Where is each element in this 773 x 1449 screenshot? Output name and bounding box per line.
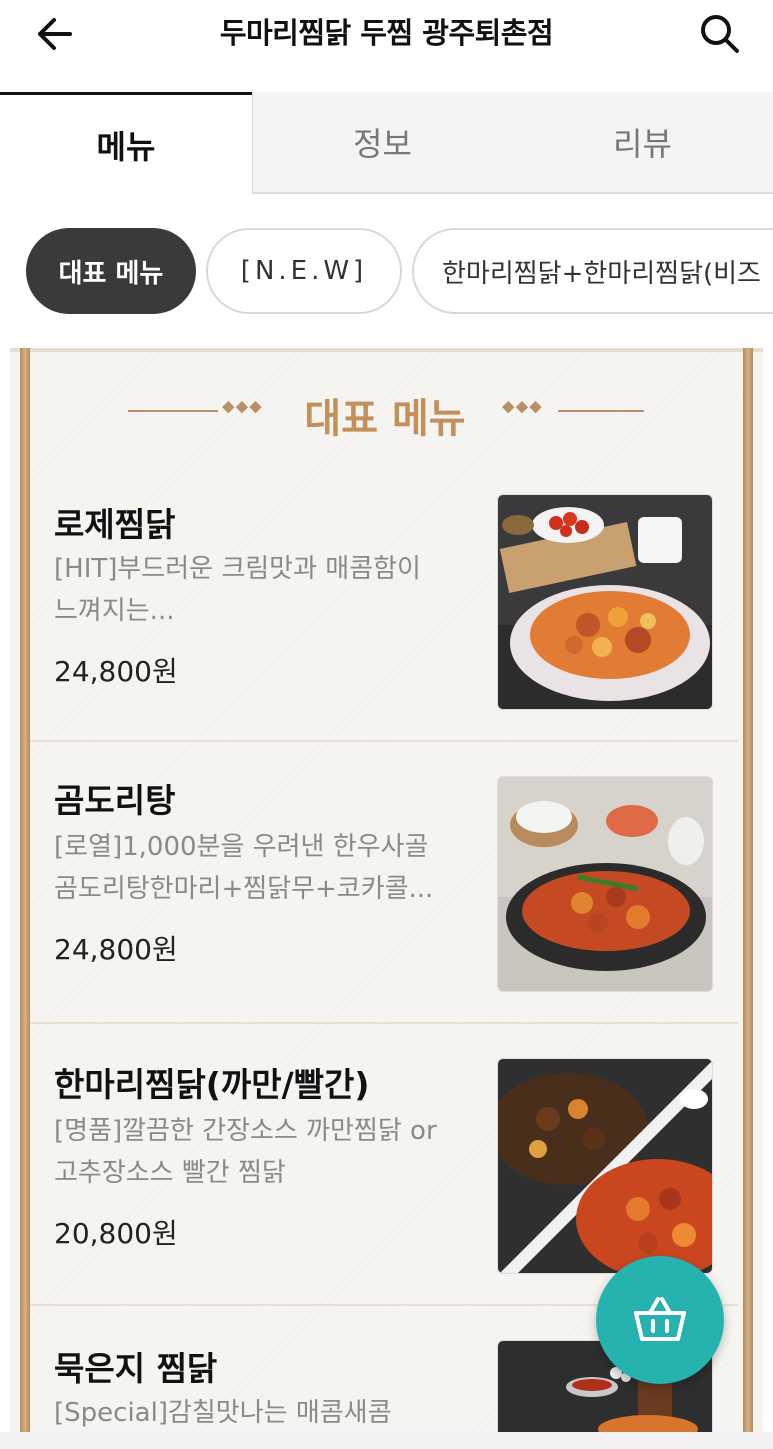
chip-new[interactable]: [N.E.W] <box>206 228 402 314</box>
menu-item[interactable]: 곰도리탕 [로열]1,000분을 우려낸 한우사골 곰도리탕한마리+찜닭무+코카… <box>30 742 738 1024</box>
menu-item-desc-line: [Special]감칠맛나는 매콤새콤 <box>54 1398 392 1428</box>
section-title: 대표 메뉴 <box>304 396 466 442</box>
cart-button[interactable] <box>596 1256 724 1384</box>
shopping-basket-icon <box>634 1297 686 1341</box>
menu-item-price: 24,800원 <box>54 655 178 688</box>
arrow-left-icon <box>38 18 72 50</box>
right-frame-pole <box>743 348 753 1449</box>
menu-item-desc: [HIT]부드러운 크림맛과 매콤함이 느껴지는... <box>54 548 494 632</box>
menu-item-desc-line: 고추장소스 빨간 찜닭 <box>54 1158 286 1188</box>
heading-diamonds-left: ⬥⬥⬥ <box>222 396 263 417</box>
menu-item-name: 한마리찜닭(까만/빨간) <box>54 1065 370 1104</box>
menu-item-desc-line: [로열]1,000분을 우려낸 한우사골 <box>54 832 429 862</box>
tab-menu[interactable]: 메뉴 <box>0 92 252 194</box>
menu-item-price: 20,800원 <box>54 1217 178 1250</box>
menu-item-name: 곰도리탕 <box>54 781 176 820</box>
left-frame-pole <box>20 348 30 1449</box>
category-chips: 대표 메뉴 [N.E.W] 한마리찜닭+한마리찜닭(비즈 <box>0 228 773 316</box>
heading-line-right <box>558 410 644 412</box>
store-title: 두마리찜닭 두찜 광주퇴촌점 <box>219 16 554 50</box>
bottom-system-bar <box>0 1432 773 1449</box>
tab-review[interactable]: 리뷰 <box>512 92 773 194</box>
menu-item-desc-line: [명품]깔끔한 간장소스 까만찜닭 or <box>54 1116 437 1146</box>
section-heading: ⬥⬥⬥ 대표 메뉴 ⬥⬥⬥ <box>0 382 773 442</box>
menu-item-photo <box>497 1058 713 1274</box>
menu-item-name: 묵은지 찜닭 <box>54 1349 218 1388</box>
chip-signature-menu[interactable]: 대표 메뉴 <box>26 228 196 314</box>
menu-item-desc: [로열]1,000분을 우려낸 한우사골 곰도리탕한마리+찜닭무+코카콜... <box>54 826 494 910</box>
menu-item-photo <box>497 494 713 710</box>
back-button[interactable] <box>30 12 78 56</box>
search-icon <box>701 15 739 53</box>
tab-info[interactable]: 정보 <box>252 92 512 194</box>
store-tabs: 메뉴 정보 리뷰 <box>0 92 773 194</box>
menu-item-price: 24,800원 <box>54 933 178 966</box>
menu-item-desc: [명품]깔끔한 간장소스 까만찜닭 or 고추장소스 빨간 찜닭 <box>54 1110 494 1194</box>
menu-item-desc-line: 느껴지는... <box>54 596 175 626</box>
heading-line-left <box>128 410 218 412</box>
search-button[interactable] <box>695 10 745 58</box>
menu-item-desc-line: [HIT]부드러운 크림맛과 매콤함이 <box>54 554 421 584</box>
menu-item-photo <box>497 776 713 992</box>
heading-diamonds-right: ⬥⬥⬥ <box>502 396 543 417</box>
menu-item-desc: [Special]감칠맛나는 매콤새콤 <box>54 1392 494 1434</box>
menu-item[interactable]: 로제찜닭 [HIT]부드러운 크림맛과 매콤함이 느껴지는... 24,800원 <box>30 494 738 742</box>
chip-combo[interactable]: 한마리찜닭+한마리찜닭(비즈 <box>412 228 773 314</box>
panel-top-edge <box>10 348 763 352</box>
menu-item-desc-line: 곰도리탕한마리+찜닭무+코카콜... <box>54 874 434 904</box>
app-header: 두마리찜닭 두찜 광주퇴촌점 <box>0 0 773 70</box>
menu-item-name: 로제찜닭 <box>54 505 176 544</box>
